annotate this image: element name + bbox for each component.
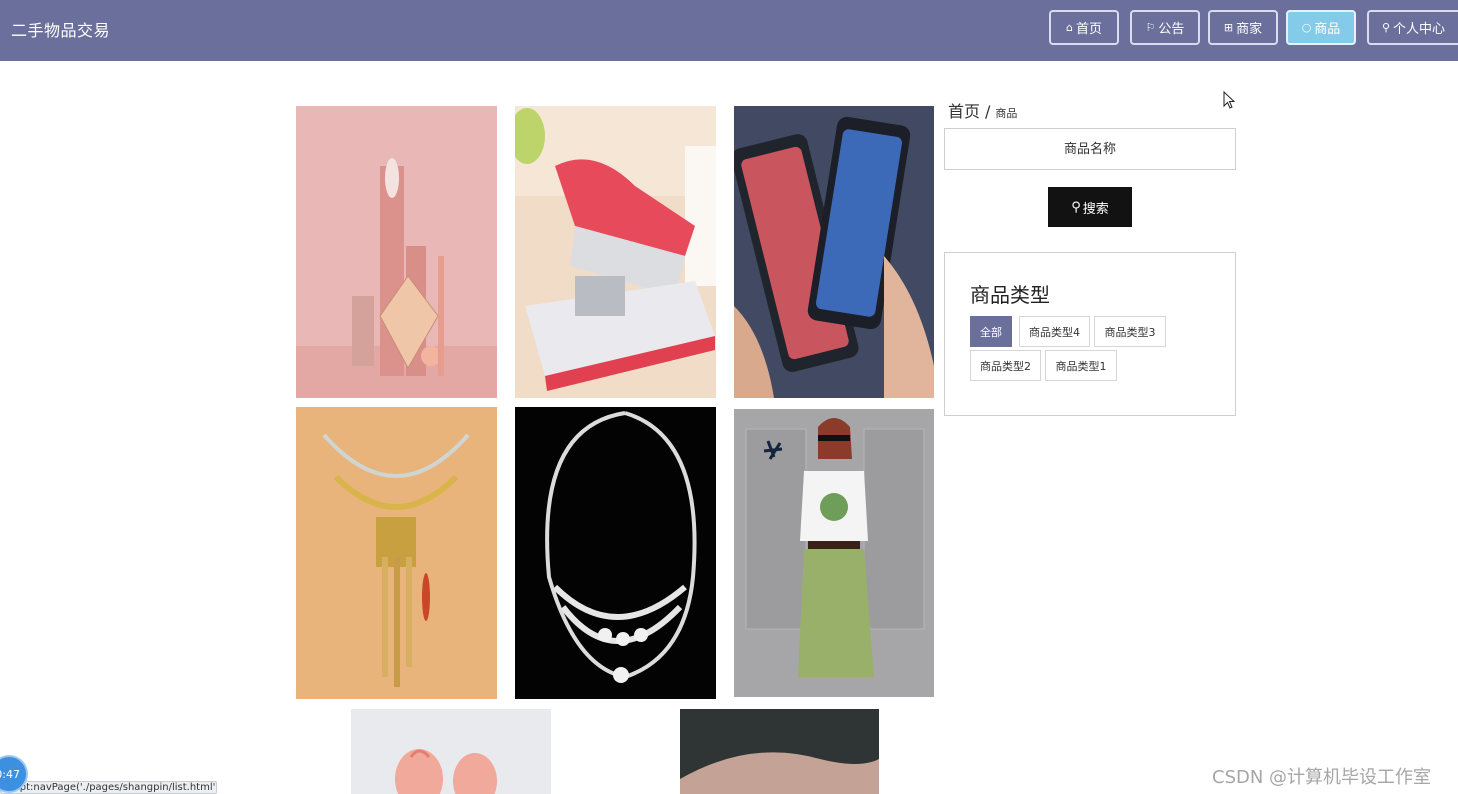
category-panel-title: 商品类型 [970, 283, 1050, 307]
category-chip-type2[interactable]: 商品类型2 [970, 350, 1041, 381]
flag-icon: ⚐ [1145, 21, 1156, 34]
category-filter-panel: 商品类型 全部 商品类型4 商品类型3 商品类型2 商品类型1 [944, 252, 1236, 416]
product-card-outfit[interactable] [734, 409, 934, 697]
user-icon: ⚲ [1381, 21, 1391, 34]
product-image [296, 407, 497, 699]
search-button[interactable]: ⚲ 搜索 [1048, 187, 1132, 227]
breadcrumb-separator: / [985, 102, 991, 121]
nav-profile-button[interactable]: ⚲ 个人中心 [1367, 10, 1458, 45]
mouse-cursor-icon [1223, 91, 1235, 109]
search-icon: ⚲ [1071, 199, 1081, 215]
nav-notice-button[interactable]: ⚐ 公告 [1130, 10, 1200, 45]
nav-merchant-button[interactable]: ⊞ 商家 [1208, 10, 1278, 45]
product-image [734, 409, 934, 697]
product-card-diamond-necklace[interactable] [515, 407, 716, 699]
product-image [680, 709, 879, 794]
nav-merchant-label: 商家 [1236, 22, 1263, 37]
product-card-phones[interactable] [734, 106, 934, 398]
product-card-ring[interactable] [680, 709, 879, 794]
circle-icon: ○ [1301, 21, 1312, 34]
category-chip-type4[interactable]: 商品类型4 [1019, 316, 1090, 347]
browser-status-url: ipt:navPage('./pages/shangpin/list.html'… [0, 781, 217, 794]
product-card-stapler[interactable] [515, 106, 716, 398]
gift-icon: ⊞ [1223, 21, 1234, 34]
product-image [351, 709, 551, 794]
breadcrumb-home-link[interactable]: 首页 [948, 102, 980, 121]
product-image [515, 106, 716, 398]
search-button-label: 搜索 [1082, 201, 1109, 217]
site-title: 二手物品交易 [11, 21, 111, 40]
product-card-gold-necklace[interactable] [296, 407, 497, 699]
product-image [296, 106, 497, 398]
product-card-roses[interactable] [351, 709, 551, 794]
home-icon: ⌂ [1066, 21, 1073, 34]
watermark: CSDN @计算机毕设工作室 [1212, 767, 1432, 788]
breadcrumb: 首页 / 商品 [948, 98, 1017, 122]
product-image [734, 106, 934, 398]
category-chip-all[interactable]: 全部 [970, 316, 1012, 347]
nav-products-label: 商品 [1314, 22, 1341, 37]
nav-home-button[interactable]: ⌂ 首页 [1049, 10, 1119, 45]
product-image [515, 407, 716, 699]
nav-profile-label: 个人中心 [1393, 22, 1446, 37]
product-card-cosmetics[interactable] [296, 106, 497, 398]
top-navbar: 二手物品交易 ⌂ 首页 ⚐ 公告 ⊞ 商家 ○ 商品 ⚲ 个人中心 [0, 0, 1458, 61]
nav-products-button[interactable]: ○ 商品 [1286, 10, 1356, 45]
category-chip-type1[interactable]: 商品类型1 [1045, 350, 1117, 381]
category-chip-type3[interactable]: 商品类型3 [1094, 316, 1166, 347]
breadcrumb-current: 商品 [995, 107, 1018, 120]
nav-notice-label: 公告 [1158, 22, 1185, 37]
product-name-search-input[interactable] [944, 128, 1236, 170]
nav-home-label: 首页 [1075, 22, 1102, 37]
